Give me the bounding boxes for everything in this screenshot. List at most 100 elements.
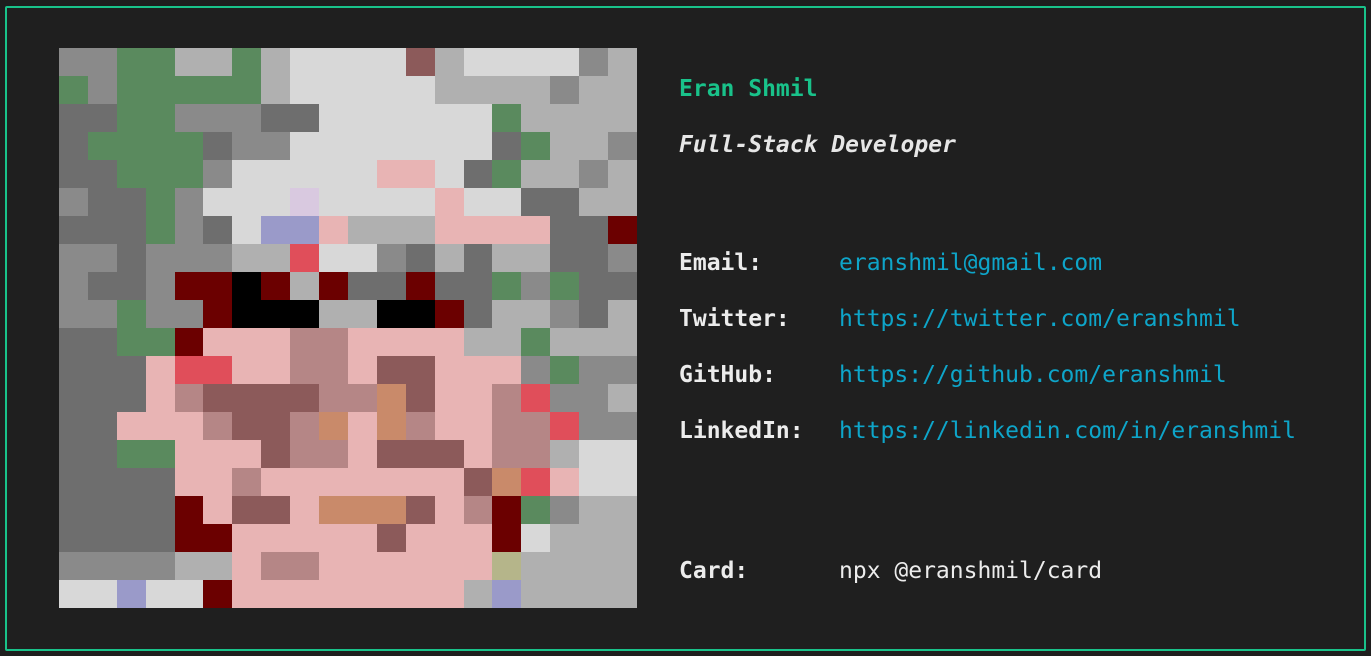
avatar-pixel [492,328,522,356]
email-link[interactable]: eranshmil@gmail.com [839,250,1102,276]
avatar-pixel [492,244,522,272]
avatar-pixel [145,160,175,188]
avatar-pixel [376,216,406,244]
avatar-pixel [434,412,464,440]
avatar-pixel [492,76,522,104]
avatar-pixel [463,216,493,244]
avatar-pixel [203,48,233,76]
avatar-pixel [232,104,262,132]
avatar-pixel [608,300,637,328]
avatar-pixel [319,580,348,608]
avatar-pixel [492,356,522,384]
avatar-pixel [261,76,291,104]
avatar-pixel [608,412,637,440]
avatar-pixel [261,300,291,328]
avatar-pixel [579,524,609,552]
avatar-pixel [463,468,493,496]
avatar-pixel [145,468,175,496]
avatar-pixel [174,384,204,412]
avatar-pixel [434,104,464,132]
avatar-pixel [87,356,117,384]
avatar-pixel [463,160,493,188]
avatar-pixel [203,496,233,524]
avatar-pixel [521,328,551,356]
avatar-pixel [579,272,609,300]
avatar-pixel [550,552,580,580]
avatar-pixel [290,216,320,244]
linkedin-link[interactable]: https://linkedin.com/in/eranshmil [839,418,1296,444]
avatar-pixel [347,468,377,496]
avatar-pixel [319,468,348,496]
avatar-pixel [405,272,435,300]
avatar-pixel [405,328,435,356]
avatar-pixel [203,524,233,552]
avatar-pixel [87,468,117,496]
avatar-pixel [174,328,204,356]
twitter-link[interactable]: https://twitter.com/eranshmil [839,306,1241,332]
avatar-pixel [145,328,175,356]
avatar-pixel [145,412,175,440]
avatar-pixel [116,272,146,300]
avatar-pixel [347,496,377,524]
avatar-pixel [232,552,262,580]
avatar-pixel [434,272,464,300]
avatar-pixel [463,188,493,216]
avatar-pixel [203,244,233,272]
avatar-pixel [347,76,377,104]
avatar-pixel [521,524,551,552]
avatar-pixel [463,356,493,384]
avatar-pixel [347,328,377,356]
avatar-pixel [521,468,551,496]
avatar-pixel [550,272,580,300]
avatar-pixel [59,468,88,496]
avatar-pixel [579,216,609,244]
avatar-pixel [203,356,233,384]
avatar-pixel [463,244,493,272]
avatar-pixel [521,440,551,468]
avatar-pixel [405,468,435,496]
avatar-pixel [521,580,551,608]
avatar-pixel [492,580,522,608]
avatar-pixel [116,132,146,160]
avatar-pixel [608,328,637,356]
card-command[interactable]: npx @eranshmil/card [839,558,1102,584]
avatar-pixel [261,328,291,356]
avatar-pixel [203,412,233,440]
avatar-pixel [608,272,637,300]
avatar-pixel [579,468,609,496]
avatar-pixel [550,384,580,412]
card-row: Card: npx @eranshmil/card [679,558,1102,584]
avatar-pixel [434,580,464,608]
avatar-pixel [174,272,204,300]
avatar-pixel [579,384,609,412]
avatar-pixel [290,48,320,76]
avatar-pixel [232,328,262,356]
github-link[interactable]: https://github.com/eranshmil [839,362,1227,388]
avatar-pixel [434,552,464,580]
avatar-pixel [87,104,117,132]
avatar-pixel [492,132,522,160]
avatar-pixel [174,160,204,188]
avatar-pixel [376,496,406,524]
avatar-pixel [59,356,88,384]
avatar-pixel [203,468,233,496]
avatar-pixel [174,356,204,384]
contact-row-twitter: Twitter: https://twitter.com/eranshmil [679,306,1241,332]
avatar-pixel [59,244,88,272]
avatar-pixel [492,552,522,580]
avatar-pixel [463,104,493,132]
avatar-pixel [405,440,435,468]
avatar-pixel [319,48,348,76]
avatar-pixel [319,524,348,552]
avatar-pixel [347,552,377,580]
avatar-pixel [608,188,637,216]
avatar-pixel [550,300,580,328]
avatar-pixel [290,132,320,160]
avatar-pixel [87,552,117,580]
avatar-pixel [116,356,146,384]
avatar-pixel [319,328,348,356]
avatar-pixel [87,580,117,608]
avatar-pixel [405,160,435,188]
avatar-pixel [116,244,146,272]
avatar-pixel [59,552,88,580]
